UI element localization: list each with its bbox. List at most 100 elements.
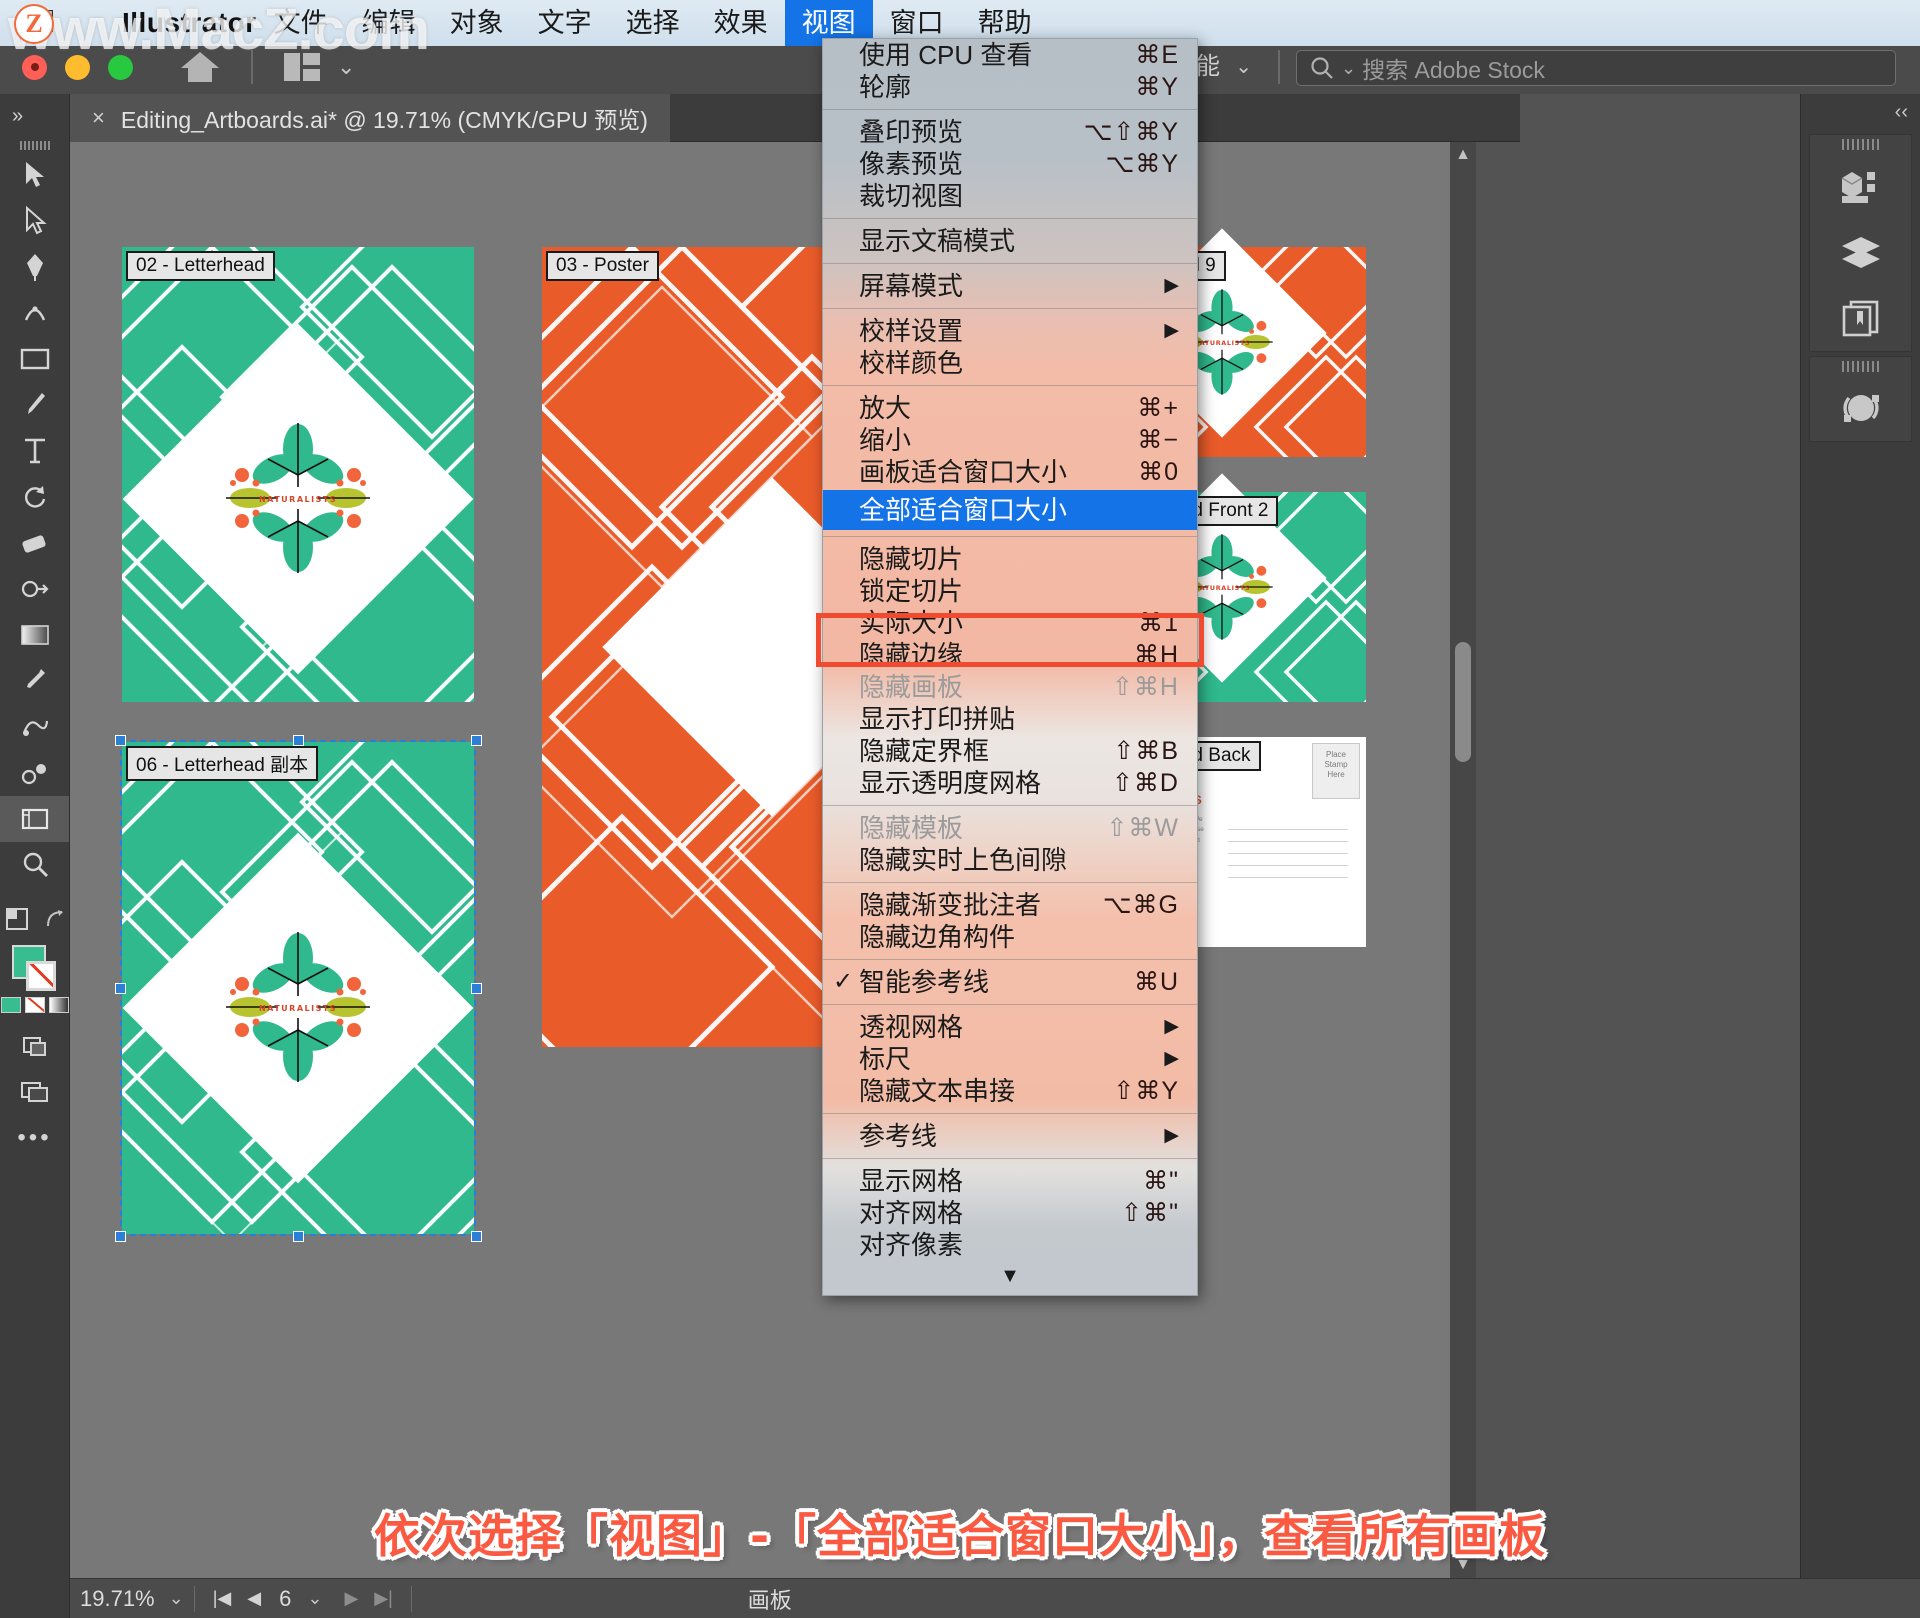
menu-item-actual-size[interactable]: 实际大小⌘1 [823, 607, 1197, 639]
rotate-tool[interactable] [0, 474, 69, 520]
selection-handle[interactable] [293, 735, 304, 746]
recolor-artwork-icon[interactable] [1810, 375, 1911, 441]
rectangle-tool[interactable] [0, 336, 69, 382]
menu-item-proof-setup[interactable]: 校样设置 ▶ [823, 315, 1197, 347]
menu-item-pixel-preview[interactable]: 像素预览⌥⌘Y [823, 148, 1197, 180]
menu-item-zoom-in[interactable]: 放大⌘+ [823, 392, 1197, 424]
adobe-stock-search-input[interactable]: ⌄ 搜索 Adobe Stock [1296, 50, 1896, 86]
symbol-sprayer-tool[interactable] [0, 750, 69, 796]
artboard-02-letterhead[interactable]: NATURALISTS 02 - Letterhead [122, 247, 474, 702]
menu-item-lock-slices[interactable]: 锁定切片 [823, 575, 1197, 607]
gradient-tool[interactable] [0, 612, 69, 658]
type-tool[interactable] [0, 428, 69, 474]
stroke-color-swatch[interactable] [26, 961, 56, 991]
fill-stroke-swatch[interactable] [12, 945, 58, 991]
menu-file[interactable]: 文件 [257, 0, 345, 46]
none-swatch[interactable] [25, 997, 45, 1013]
menu-edit[interactable]: 编辑 [345, 0, 433, 46]
direct-selection-tool[interactable] [0, 198, 69, 244]
layers-panel-icon[interactable] [1810, 219, 1911, 285]
menu-item-snap-to-pixel[interactable]: 对齐像素 [823, 1229, 1197, 1261]
menu-item-hide-bounding-box[interactable]: 隐藏定界框⇧⌘B [823, 735, 1197, 767]
selection-handle[interactable] [115, 983, 126, 994]
toolbar-grip[interactable] [0, 138, 69, 152]
menu-scroll-down-icon[interactable]: ▼ [823, 1261, 1197, 1291]
gradient-swatch[interactable] [49, 997, 69, 1013]
screen-mode-icon[interactable] [0, 1069, 69, 1115]
view-dropdown-menu[interactable]: 使用 CPU 查看⌘E 轮廓⌘Y 叠印预览⌥⇧⌘Y 像素预览⌥⌘Y 裁切视图 显… [822, 38, 1198, 1296]
menu-item-trim-view[interactable]: 裁切视图 [823, 180, 1197, 212]
selection-handle[interactable] [471, 735, 482, 746]
workspace-chevron-down-icon[interactable]: ⌄ [1235, 40, 1252, 94]
chevron-down-icon[interactable]: ⌄ [337, 54, 355, 80]
artboard-label[interactable]: 03 - Poster [546, 251, 659, 281]
swatch-shortcuts[interactable] [1, 997, 69, 1013]
eraser-tool[interactable] [0, 520, 69, 566]
arrange-documents-icon[interactable] [283, 52, 321, 82]
menu-type[interactable]: 文字 [521, 0, 609, 46]
vertical-scroll-thumb[interactable] [1455, 642, 1471, 762]
menu-object[interactable]: 对象 [433, 0, 521, 46]
swap-fill-stroke-icon[interactable] [44, 908, 66, 935]
panel-grip-2[interactable] [1810, 357, 1911, 375]
properties-panel-icon[interactable] [1810, 153, 1911, 219]
menu-item-hide-live-paint-gaps[interactable]: 隐藏实时上色间隙 [823, 844, 1197, 876]
close-window-button[interactable] [22, 55, 47, 80]
first-artboard-button[interactable]: |◀ [205, 1588, 240, 1609]
previous-artboard-button[interactable]: ◀ [239, 1588, 269, 1609]
menu-item-hide-corner-widget[interactable]: 隐藏边角构件 [823, 921, 1197, 953]
hand-tool[interactable] [4, 906, 30, 937]
panel-grip[interactable] [1810, 135, 1911, 153]
menu-item-show-transparency-grid[interactable]: 显示透明度网格⇧⌘D [823, 767, 1197, 799]
shape-builder-tool[interactable] [0, 566, 69, 612]
menu-item-hide-text-threads[interactable]: 隐藏文本串接⇧⌘Y [823, 1075, 1197, 1107]
color-swatch-green[interactable] [1, 997, 21, 1013]
menu-item-proof-colors[interactable]: 校样颜色 [823, 347, 1197, 379]
menu-select[interactable]: 选择 [609, 0, 697, 46]
selection-handle[interactable] [115, 735, 126, 746]
menu-item-overprint-preview[interactable]: 叠印预览⌥⇧⌘Y [823, 116, 1197, 148]
menu-item-hide-gradient-annotator[interactable]: 隐藏渐变批注者⌥⌘G [823, 889, 1197, 921]
last-artboard-button[interactable]: ▶| [366, 1588, 401, 1609]
libraries-panel-icon[interactable] [1810, 285, 1911, 351]
menu-item-hide-edges[interactable]: 隐藏边缘⌘H [823, 639, 1197, 671]
eyedropper-tool[interactable] [0, 658, 69, 704]
selection-tool[interactable] [0, 152, 69, 198]
pen-tool[interactable] [0, 244, 69, 290]
artboard-number[interactable]: 6 [279, 1586, 291, 1612]
menu-item-presentation-mode[interactable]: 显示文稿模式 [823, 225, 1197, 257]
status-label[interactable]: 画板 [412, 1579, 802, 1618]
menu-item-hide-slices[interactable]: 隐藏切片 [823, 543, 1197, 575]
artboard-canvas[interactable]: NATURALISTS 02 - Letterhead [70, 142, 1450, 1578]
artboard-label[interactable]: 02 - Letterhead [126, 251, 275, 281]
next-artboard-button[interactable]: ▶ [336, 1588, 366, 1609]
zoom-level[interactable]: 19.71% ⌄ [70, 1579, 194, 1618]
menu-item-fit-artboard-in-window[interactable]: 画板适合窗口大小⌘0 [823, 456, 1197, 488]
menu-item-zoom-out[interactable]: 缩小⌘− [823, 424, 1197, 456]
panel-collapse-button[interactable]: ‹‹ [1801, 94, 1920, 130]
menu-item-snap-to-grid[interactable]: 对齐网格⇧⌘" [823, 1197, 1197, 1229]
menu-item-screen-mode[interactable]: 屏幕模式 ▶ [823, 270, 1197, 302]
artboard-tool[interactable] [0, 796, 69, 842]
selection-handle[interactable] [293, 1231, 304, 1242]
menu-item-use-cpu-view[interactable]: 使用 CPU 查看⌘E [823, 39, 1197, 71]
selection-handle[interactable] [471, 983, 482, 994]
artboard-label[interactable]: 06 - Letterhead 副本 [126, 746, 318, 781]
zoom-tool[interactable] [0, 842, 69, 888]
menu-item-show-print-tiling[interactable]: 显示打印拼贴 [823, 703, 1197, 735]
menu-item-outline[interactable]: 轮廓⌘Y [823, 71, 1197, 103]
scroll-up-arrow-icon[interactable]: ▲ [1450, 146, 1476, 164]
close-icon[interactable]: × [92, 105, 105, 131]
menu-item-perspective-grid[interactable]: 透视网格 ▶ [823, 1011, 1197, 1043]
minimize-window-button[interactable] [65, 55, 90, 80]
vertical-scrollbar[interactable]: ▲ ▼ [1450, 142, 1476, 1578]
menu-effect[interactable]: 效果 [697, 0, 785, 46]
more-tools[interactable]: ••• [0, 1115, 69, 1161]
menu-item-smart-guides[interactable]: ✓ 智能参考线⌘U [823, 966, 1197, 998]
home-icon[interactable] [179, 50, 221, 84]
artboard-chevron-down-icon[interactable]: ⌄ [307, 1588, 322, 1609]
curvature-tool[interactable] [0, 290, 69, 336]
selection-handle[interactable] [115, 1231, 126, 1242]
maximize-window-button[interactable] [108, 55, 133, 80]
selection-handle[interactable] [471, 1231, 482, 1242]
